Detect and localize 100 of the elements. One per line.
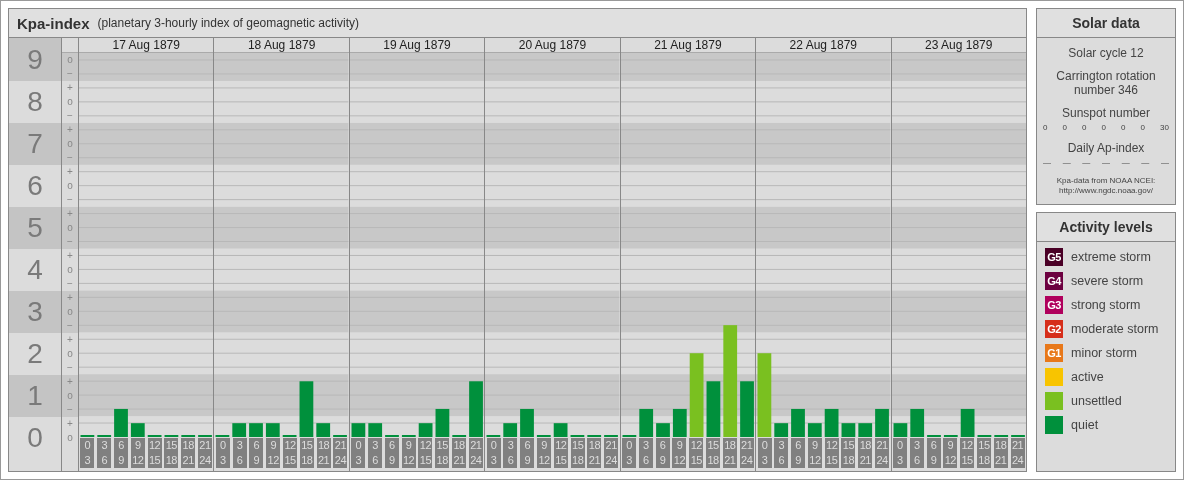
kp-bar	[774, 423, 789, 437]
kp-sublevel-mark: −	[66, 319, 74, 333]
sunspot-heading: Sunspot number	[1060, 106, 1152, 120]
ap-index-value: —	[1082, 158, 1091, 167]
time-slot-label: 15 18	[570, 438, 585, 468]
sunspot-value: 30	[1160, 123, 1169, 132]
kp-sublevel-mark: o	[66, 431, 74, 445]
kp-sublevel-mark: +	[66, 249, 74, 263]
kp-sublevel-mark: +	[66, 291, 74, 305]
time-slot-label: 6 9	[384, 438, 399, 468]
time-slot-label: 18 21	[587, 438, 602, 468]
time-slot-label: 18 21	[181, 438, 196, 468]
time-slot-label: 21 24	[739, 438, 754, 468]
kp-sublevel-mark: +	[66, 165, 74, 179]
time-slot-label: 15 18	[841, 438, 856, 468]
level-badge: G3	[1045, 296, 1063, 314]
kp-bar	[791, 408, 805, 437]
time-slot-label: 15 18	[164, 438, 179, 468]
date-label: 17 Aug 1879	[79, 38, 214, 53]
time-slot-label: 6 9	[655, 438, 670, 468]
kp-sublevel-mark: −	[66, 277, 74, 291]
ap-index-value: —	[1062, 158, 1071, 167]
kp-bar	[368, 423, 382, 437]
level-badge: G2	[1045, 320, 1063, 338]
kp-level-label: 5	[27, 212, 43, 244]
time-slot-label: 3 6	[97, 438, 112, 468]
kp-sublevel-mark: +	[66, 81, 74, 95]
time-slot-label: 3 6	[909, 438, 924, 468]
time-slot-label: 0 3	[757, 438, 772, 468]
kp-bar	[520, 408, 535, 437]
time-slot-label: 15 18	[435, 438, 450, 468]
time-slot-label: 0 3	[351, 438, 366, 468]
panel-title: Solar data	[1037, 9, 1175, 38]
date-label: 21 Aug 1879	[620, 38, 756, 53]
kp-bar	[266, 423, 281, 437]
time-slot-label: 12 15	[147, 438, 162, 468]
time-slot-label: 21 24	[875, 438, 890, 468]
level-label: moderate storm	[1071, 322, 1159, 336]
ap-index-value: —	[1160, 158, 1169, 167]
date-label: 18 Aug 1879	[214, 38, 349, 53]
time-slot-label: 12 15	[960, 438, 975, 468]
time-slot-label: 3 6	[232, 438, 247, 468]
level-label: strong storm	[1071, 298, 1141, 312]
kp-sublevel-mark: o	[66, 347, 74, 361]
time-slot-label: 9 12	[266, 438, 281, 468]
panel-title: Kpa-index	[17, 14, 90, 32]
sunspot-value: 0	[1140, 123, 1146, 132]
time-slot-label: 12 15	[689, 438, 704, 468]
time-slot-label: 12 15	[553, 438, 568, 468]
kp-level-label: 1	[27, 380, 43, 412]
kp-sublevel-mark: +	[66, 123, 74, 137]
time-slot-label: 6 9	[926, 438, 941, 468]
time-slot-label: 21 24	[604, 438, 619, 468]
kp-sublevel-mark: −	[66, 361, 74, 375]
kp-sublevel-mark: +	[66, 375, 74, 389]
sunspot-value: 0	[1121, 123, 1126, 132]
time-slot-label: 0 3	[215, 438, 230, 468]
kp-bar	[875, 408, 889, 437]
time-slot-label: 15 18	[299, 438, 314, 468]
time-slot-label: 21 24	[197, 438, 212, 468]
kp-sublevel-mark: −	[66, 193, 74, 207]
kp-sublevel-mark: −	[66, 235, 74, 249]
time-slot-label: 9 12	[130, 438, 145, 468]
kp-level-label: 3	[27, 296, 43, 328]
date-label: 19 Aug 1879	[349, 38, 485, 53]
source-text: Kpa-data from NOAA NCEI:	[1055, 176, 1157, 186]
time-slot-label: 9 12	[537, 438, 552, 468]
time-slot-label: 0 3	[622, 438, 637, 468]
kp-level-label: 0	[27, 422, 43, 454]
solar-cycle-text: Solar cycle 12	[1067, 46, 1145, 60]
time-slot-label: 9 12	[672, 438, 687, 468]
kp-sublevel-mark: −	[66, 403, 74, 417]
kp-bar	[114, 408, 128, 437]
kp-sublevel-mark: +	[66, 207, 74, 221]
kp-sublevel-mark: −	[66, 151, 74, 165]
level-label: severe storm	[1071, 274, 1144, 288]
date-label: 23 Aug 1879	[891, 38, 1026, 53]
time-slot-label: 0 3	[80, 438, 95, 468]
ap-index-value: —	[1121, 158, 1130, 167]
level-label: minor storm	[1071, 346, 1137, 360]
sunspot-value: 0	[1043, 123, 1048, 132]
carrington-rotation-text: Carrington rotation number 346	[1055, 69, 1157, 97]
time-slot-label: 12 15	[283, 438, 297, 468]
time-slot-label: 18 21	[858, 438, 873, 468]
date-label: 22 Aug 1879	[756, 38, 891, 53]
level-label: active	[1071, 370, 1104, 384]
time-slot-label: 3 6	[368, 438, 383, 468]
ap-index-heading: Daily Ap-index	[1066, 141, 1146, 155]
kp-bar	[858, 423, 873, 437]
time-slot-label: 6 9	[791, 438, 806, 468]
kp-sublevel-mark: −	[66, 67, 74, 81]
kp-level-label: 6	[27, 170, 43, 202]
sunspot-value: 0	[1101, 123, 1106, 132]
kp-sublevel-mark: o	[66, 263, 74, 277]
kp-level-label: 7	[27, 128, 43, 160]
source-url: http://www.ngdc.noaa.gov/	[1058, 186, 1154, 196]
kp-bar	[232, 423, 247, 437]
kp-level-label: 8	[27, 86, 43, 118]
time-slot-label: 18 21	[452, 438, 466, 468]
time-slot-label: 6 9	[114, 438, 128, 468]
